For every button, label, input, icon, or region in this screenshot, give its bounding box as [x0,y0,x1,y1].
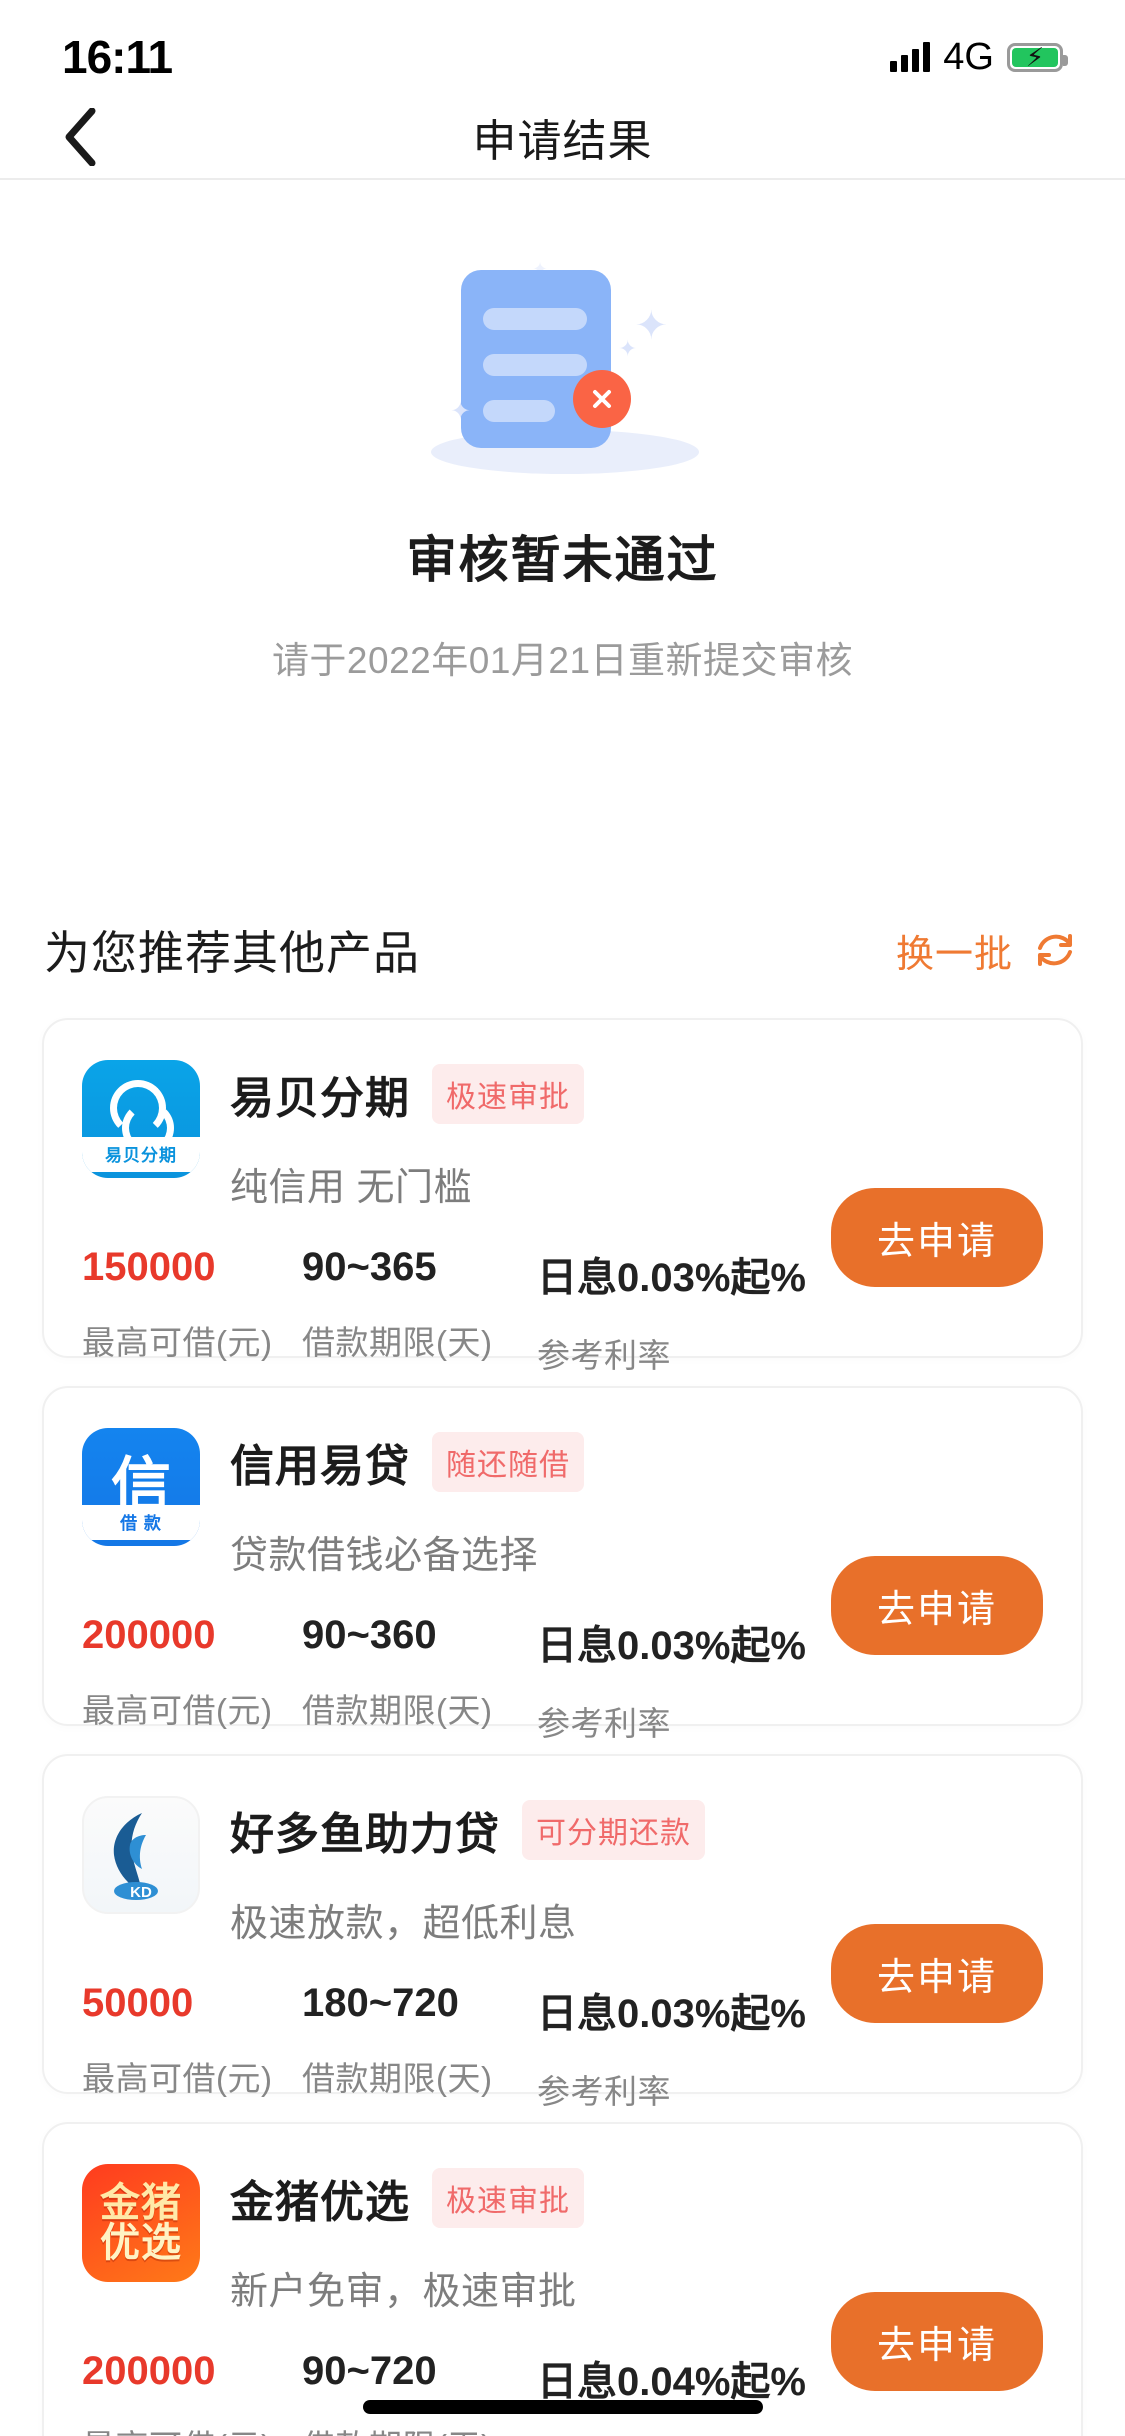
stat-value: 150000 [82,1245,216,1289]
stat-value: 200000 [82,2349,216,2393]
app-icon-label: 优选 [100,2221,182,2265]
status-bar-indicators: 4G ⚡ [890,35,1068,79]
app-icon-label: 易贝分期 [82,1137,200,1172]
app-icon-label: 金猪 [100,2181,182,2225]
status-bar: 16:11 4G ⚡ [0,0,1125,96]
stat-value: 180~720 [302,1981,459,2025]
recommend-title: 为您推荐其他产品 [44,927,420,979]
product-tag: 可分期还款 [522,1800,705,1860]
document-line [482,354,587,376]
stat-value: 日息0.03%起% [537,1624,806,1668]
recommend-header: 为您推荐其他产品 换一批 [0,890,1125,1010]
stat-value: 90~365 [302,1245,437,1289]
stat-label: 参考利率 [537,1705,671,1742]
document-line [482,400,555,422]
stat-term: 90~365 借款期限(天) [302,1245,537,1377]
document-rejected-illustration: ✦ ✦ ✦ ✦ [413,260,713,480]
result-section: ✦ ✦ ✦ ✦ 审核暂未通过 请于2022年01月21日重新提交审核 [0,182,1125,684]
stat-label: 最高可借(元) [82,2060,273,2097]
phone-screen: 16:11 4G ⚡ 申请结果 ✦ ✦ ✦ ✦ 审核暂未通过 请于2022年01… [0,0,1125,2436]
stat-amount: 200000 最高可借(元) [82,2349,302,2436]
stat-label: 最高可借(元) [82,1692,273,1729]
refresh-icon [1038,934,1072,966]
network-type-label: 4G [943,35,994,78]
page-title: 申请结果 [472,117,653,166]
stat-value: 日息0.03%起% [537,1992,806,2036]
stat-term: 90~360 借款期限(天) [302,1613,537,1745]
apply-button[interactable]: 去申请 [830,1924,1043,2023]
stat-label: 借款期限(天) [302,2420,537,2436]
product-tag: 极速审批 [432,1064,584,1124]
refresh-products-button[interactable]: 换一批 [896,923,1081,978]
stat-label: 最高可借(元) [82,2420,302,2436]
product-name: 好多鱼助力贷 [230,1810,500,1859]
stat-amount: 150000 最高可借(元) [82,1245,302,1377]
home-indicator [362,2400,763,2414]
product-card[interactable]: KD 好多鱼助力贷 可分期还款 极速放款，超低利息 去申请 50000 最高可借… [42,1754,1083,2110]
stat-rate: 日息0.04%起% 参考利率 [537,2349,857,2436]
stat-rate: 日息0.03%起% 参考利率 [537,1981,857,2113]
stat-label: 最高可借(元) [82,1324,273,1361]
sparkle-icon: ✦ [450,398,471,425]
haoduoyu-app-icon: KD [82,1796,200,1914]
close-circle-icon [572,370,631,428]
stat-label: 参考利率 [537,2073,671,2110]
battery-charging-icon: ⚡ [1007,42,1068,72]
product-card[interactable]: 金猪 优选 金猪优选 极速审批 新户免审，极速审批 去申请 200000 最高可… [42,2122,1083,2436]
stat-value: 50000 [82,1981,194,2025]
product-name: 易贝分期 [230,1074,410,1123]
stat-label: 借款期限(天) [302,1324,493,1361]
stat-rate: 日息0.03%起% 参考利率 [537,1245,857,1377]
sparkle-icon: ✦ [618,336,637,361]
xinyong-yidai-app-icon: 信 借 款 [82,1428,200,1546]
refresh-label: 换一批 [895,933,1013,976]
document-line [482,308,587,330]
stat-label: 参考利率 [537,1337,671,1374]
stat-label: 借款期限(天) [302,2060,493,2097]
fish-icon: KD [113,1813,158,1901]
result-title: 审核暂未通过 [406,532,719,588]
sparkle-icon: ✦ [634,304,669,348]
product-tag: 随还随借 [432,1432,584,1492]
lightning-bolt-icon: ⚡ [1025,42,1045,72]
stat-term: 180~720 借款期限(天) [302,1981,537,2113]
product-tag: 极速审批 [432,2168,584,2228]
signal-bars-icon [890,42,931,72]
result-subtitle: 请于2022年01月21日重新提交审核 [271,640,854,681]
jinzhu-youxuan-app-icon: 金猪 优选 [82,2164,200,2282]
back-button[interactable] [44,101,116,173]
product-name: 金猪优选 [230,2178,410,2227]
yibei-fenqi-app-icon: 易贝分期 [82,1060,200,1178]
stat-amount: 200000 最高可借(元) [82,1613,302,1745]
product-list: 易贝分期 易贝分期 极速审批 纯信用 无门槛 去申请 150000 最高可借(元… [0,1018,1125,2436]
apply-button[interactable]: 去申请 [830,1556,1043,1655]
app-icon-label: 借 款 [82,1505,200,1540]
stat-amount: 50000 最高可借(元) [82,1981,302,2113]
svg-text:KD: KD [130,1884,152,1901]
stat-value: 90~720 [302,2349,437,2393]
apply-button[interactable]: 去申请 [830,1188,1043,1287]
stat-value: 日息0.03%起% [537,1256,806,1300]
product-card[interactable]: 易贝分期 易贝分期 极速审批 纯信用 无门槛 去申请 150000 最高可借(元… [42,1018,1083,1374]
stat-term: 90~720 借款期限(天) [302,2349,537,2436]
stat-value: 200000 [82,1613,216,1657]
product-name: 信用易贷 [230,1442,410,1491]
apply-button[interactable]: 去申请 [830,2292,1043,2391]
stat-value: 90~360 [302,1613,437,1657]
stat-rate: 日息0.03%起% 参考利率 [537,1613,857,1745]
stat-label: 借款期限(天) [302,1692,493,1729]
product-card[interactable]: 信 借 款 信用易贷 随还随借 贷款借钱必备选择 去申请 200000 最高可借… [42,1386,1083,1742]
chevron-left-icon [65,108,96,166]
nav-bar: 申请结果 [0,96,1125,180]
stat-value: 日息0.04%起% [537,2360,806,2404]
status-bar-time: 16:11 [62,31,173,83]
